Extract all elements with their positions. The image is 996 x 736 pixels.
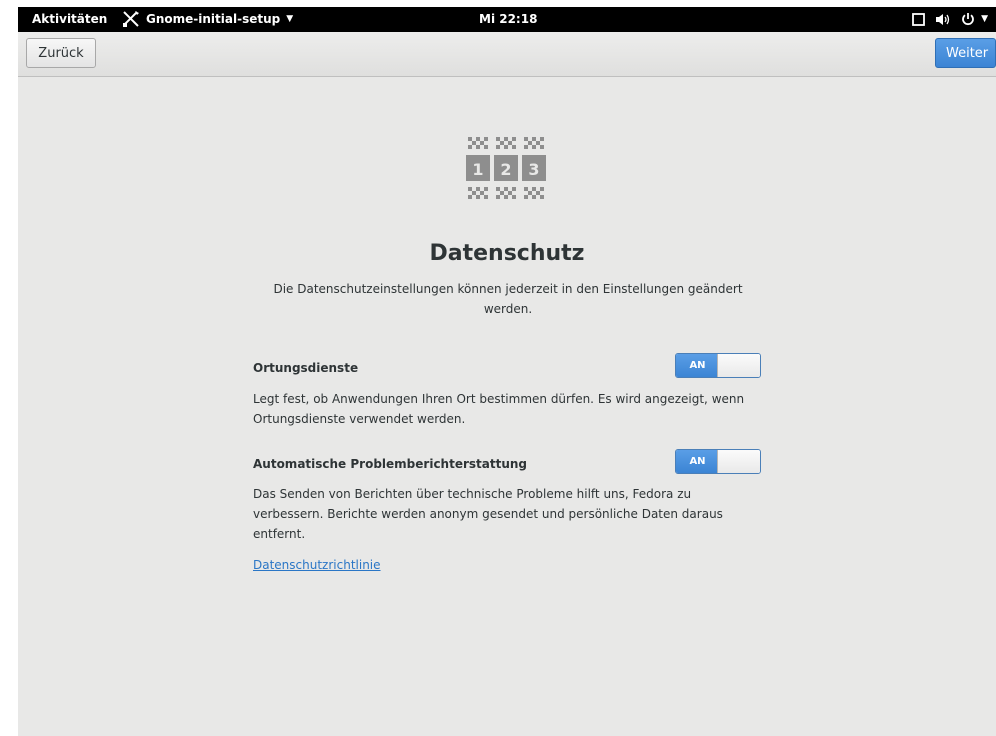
- clock[interactable]: Mi 22:18: [479, 12, 537, 26]
- svg-text:2: 2: [500, 160, 511, 179]
- screen-icon: [912, 12, 925, 26]
- svg-text:1: 1: [472, 160, 483, 179]
- location-services-description: Legt fest, ob Anwendungen Ihren Ort best…: [253, 392, 745, 426]
- privacy-icon: 1 2 3: [466, 137, 546, 199]
- header-bar: Zurück Weiter: [18, 32, 996, 77]
- power-icon: [962, 13, 974, 26]
- location-services-switch[interactable]: AN: [675, 353, 761, 378]
- page-title: Datenschutz: [429, 241, 585, 266]
- top-bar: Aktivitäten Gnome-initial-setup ▼ Mi 22:…: [18, 7, 996, 32]
- switch-knob: [717, 450, 760, 473]
- volume-icon: [936, 13, 950, 25]
- svg-text:3: 3: [528, 160, 539, 179]
- problem-reporting-description: Das Senden von Berichten über technische…: [253, 487, 723, 541]
- next-button[interactable]: Weiter: [935, 38, 996, 68]
- switch-state-label: AN: [676, 354, 719, 377]
- switch-state-label: AN: [676, 450, 719, 473]
- setup-window: Zurück Weiter 1 2 3 Datenschutz Die Date…: [18, 32, 996, 736]
- problem-reporting-label: Automatische Problemberichterstattung: [253, 457, 528, 471]
- activities-button[interactable]: Aktivitäten: [32, 12, 107, 26]
- app-menu-label: Gnome-initial-setup: [146, 12, 281, 26]
- problem-reporting-switch[interactable]: AN: [675, 449, 761, 474]
- app-menu[interactable]: Gnome-initial-setup ▼: [122, 8, 293, 30]
- privacy-policy-link[interactable]: Datenschutzrichtlinie: [253, 558, 381, 572]
- tools-icon: [123, 11, 139, 27]
- location-services-label: Ortungsdienste: [253, 361, 359, 375]
- switch-knob: [717, 354, 760, 377]
- back-button[interactable]: Zurück: [26, 38, 96, 68]
- chevron-down-icon: ▼: [981, 14, 988, 24]
- status-menu[interactable]: ▼: [912, 9, 988, 29]
- page-subtitle: Die Datenschutzeinstellungen können jede…: [273, 282, 743, 316]
- chevron-down-icon: ▼: [286, 14, 294, 24]
